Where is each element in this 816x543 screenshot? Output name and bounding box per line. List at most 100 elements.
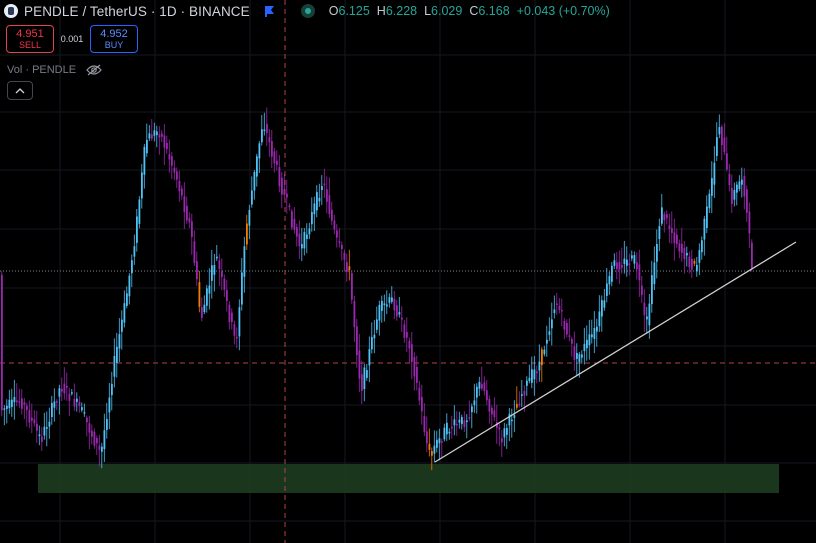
candle-body — [506, 428, 508, 435]
open-value: 6.125 — [338, 4, 370, 18]
candle-body — [41, 436, 43, 442]
candle-body — [646, 316, 648, 320]
candle-body — [606, 283, 608, 296]
candle-body — [723, 137, 726, 152]
candle-body — [256, 156, 258, 177]
candle-body — [288, 205, 291, 208]
candle-body — [621, 265, 623, 268]
candle-body — [471, 406, 473, 413]
candle-body — [231, 312, 233, 322]
sell-label: SELL — [18, 40, 42, 50]
price-chart[interactable] — [0, 0, 816, 543]
candle-body — [686, 252, 688, 256]
candle-body — [618, 262, 621, 270]
ohlc-values: O6.125 H6.228 L6.029 C6.168 +0.043 (+0.7… — [329, 4, 610, 18]
collapse-button[interactable] — [7, 81, 33, 100]
candle-body — [673, 232, 676, 244]
volume-legend-label[interactable]: Vol · PENDLE — [7, 64, 76, 76]
candle-body — [623, 258, 626, 265]
candle-body — [363, 367, 366, 389]
candle-body — [91, 430, 93, 437]
trendline[interactable] — [434, 241, 797, 463]
candle-body — [431, 451, 433, 456]
close-label: C — [469, 4, 479, 18]
low-value: 6.029 — [431, 4, 463, 18]
candle-body — [381, 300, 383, 311]
trade-buttons: 4.951 SELL 0.001 4.952 BUY — [6, 25, 138, 53]
candle-body — [651, 275, 653, 305]
candle-body — [248, 210, 251, 226]
candle-body — [228, 304, 231, 322]
candle-body — [83, 412, 86, 414]
candle-body — [128, 275, 131, 297]
candle-body — [413, 357, 416, 377]
candle-body — [233, 324, 236, 336]
open-label: O — [328, 4, 339, 18]
candle-body — [558, 305, 561, 310]
candle-body — [216, 256, 218, 259]
candle-body — [656, 244, 658, 262]
candle-body — [551, 319, 553, 329]
candle-body — [446, 422, 448, 435]
candle-body — [698, 250, 701, 263]
candle-body — [463, 420, 466, 428]
candle-body — [153, 130, 156, 136]
candle-body — [408, 341, 411, 349]
candle-body — [571, 339, 573, 344]
eye-off-icon[interactable] — [86, 64, 102, 76]
candle-body — [56, 401, 58, 403]
candle-body — [383, 303, 386, 306]
candle-body — [313, 203, 316, 215]
candle-body — [666, 214, 668, 219]
candle-body — [258, 143, 261, 159]
candle-body — [418, 387, 421, 401]
candle-body — [461, 417, 463, 425]
candle-body — [648, 303, 651, 326]
candle-body — [326, 189, 328, 202]
candle-body — [501, 438, 503, 443]
candle-body — [598, 311, 601, 327]
candle-body — [158, 134, 161, 138]
symbol-title[interactable]: PENDLE / TetherUS · 1D · BINANCE — [24, 4, 250, 19]
candle-body — [741, 179, 743, 185]
candle-body — [396, 305, 398, 317]
candle-body — [116, 346, 118, 363]
candle-body — [121, 319, 123, 332]
candle-body — [541, 349, 543, 366]
candle-body — [108, 397, 111, 413]
candle-body — [661, 207, 663, 224]
candle-body — [351, 273, 353, 300]
candle-body — [208, 285, 211, 294]
buy-price: 4.952 — [100, 28, 128, 40]
buy-button[interactable]: 4.952 BUY — [90, 25, 138, 53]
candle-body — [293, 218, 296, 230]
candle-body — [106, 419, 108, 430]
candle-body — [346, 262, 348, 272]
candle-body — [596, 326, 598, 332]
candle-body — [236, 336, 238, 339]
chevron-up-icon — [15, 87, 25, 93]
candle-body — [148, 133, 151, 139]
candle-body — [366, 370, 368, 378]
candle-body — [443, 427, 446, 440]
candle-body — [523, 391, 526, 396]
candle-body — [213, 265, 216, 275]
candle-body — [298, 233, 301, 246]
candle-body — [601, 300, 603, 317]
flag-icon[interactable] — [264, 5, 275, 17]
candle-body — [561, 309, 563, 312]
candle-body — [358, 350, 361, 379]
candle-body — [608, 276, 611, 285]
candle-body — [206, 288, 208, 306]
candle-body — [588, 334, 591, 346]
candle-body — [458, 419, 461, 423]
candle-body — [636, 262, 638, 270]
sell-button[interactable]: 4.951 SELL — [6, 25, 54, 53]
candle-body — [658, 226, 661, 239]
candle-body — [311, 212, 313, 225]
candle-body — [53, 401, 56, 408]
candle-body — [261, 129, 263, 143]
candle-body — [681, 243, 683, 253]
candle-body — [343, 252, 346, 260]
candle-body — [498, 427, 501, 430]
